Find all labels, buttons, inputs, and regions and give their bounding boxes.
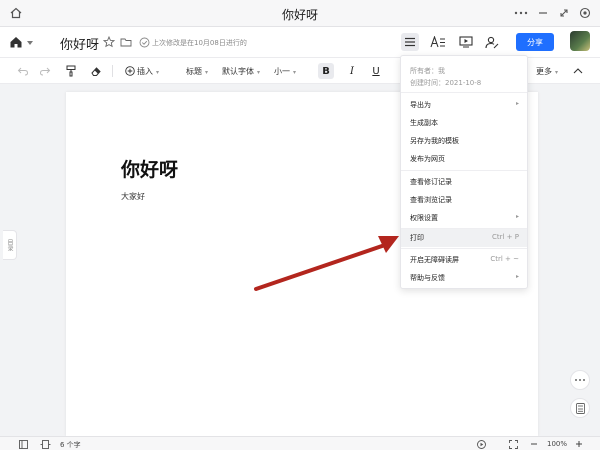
menu-item-label: 发布为网页 bbox=[410, 155, 445, 163]
menu-divider bbox=[401, 92, 527, 93]
menu-item-print[interactable]: 打印 Ctrl + P bbox=[401, 229, 527, 247]
menu-item-label: 帮助与反馈 bbox=[410, 274, 445, 282]
owner-text: 所有者：我 bbox=[410, 67, 445, 75]
more-options-icon[interactable] bbox=[512, 4, 530, 22]
zoom-out-icon[interactable] bbox=[529, 439, 539, 449]
share-button[interactable]: 分享 bbox=[516, 33, 554, 51]
menu-item-label: 导出为 bbox=[410, 101, 431, 109]
font-label: 默认字体 bbox=[222, 67, 254, 76]
outline-icon[interactable] bbox=[18, 439, 28, 449]
window-title: 你好呀 bbox=[281, 8, 318, 22]
menu-item-save-template[interactable]: 另存为我的模板 bbox=[401, 132, 527, 150]
undo-icon[interactable] bbox=[16, 64, 30, 78]
avatar[interactable] bbox=[570, 31, 590, 51]
font-size-label: 小一 bbox=[274, 67, 290, 76]
menu-item-export[interactable]: 导出为 ▸ bbox=[401, 96, 527, 114]
redo-icon[interactable] bbox=[38, 64, 52, 78]
menu-item-publish-web[interactable]: 发布为网页 bbox=[401, 150, 527, 168]
insert-label: 插入 bbox=[137, 67, 153, 76]
document-heading[interactable]: 你好呀 bbox=[121, 155, 178, 182]
created-time-text: 创建时间：2021-10-8 bbox=[410, 79, 482, 87]
chevron-down-icon[interactable] bbox=[26, 39, 34, 47]
calculator-icon bbox=[575, 402, 585, 414]
close-icon[interactable] bbox=[576, 4, 594, 22]
italic-button[interactable]: I bbox=[344, 63, 360, 79]
zoom-in-icon[interactable] bbox=[574, 439, 584, 449]
present-icon[interactable] bbox=[457, 33, 475, 51]
chevron-down-icon: ▾ bbox=[555, 69, 559, 76]
chevron-right-icon: ▸ bbox=[515, 213, 519, 220]
format-painter-icon[interactable] bbox=[64, 64, 78, 78]
menu-item-shortcut: Ctrl + P bbox=[492, 233, 519, 241]
menu-item-shortcut: Ctrl + ~ bbox=[490, 255, 519, 263]
outline-tab[interactable]: 目录 bbox=[3, 230, 17, 260]
font-dropdown[interactable]: 默认字体 ▾ bbox=[222, 66, 260, 77]
clear-format-icon[interactable] bbox=[89, 64, 103, 78]
more-label: 更多 bbox=[536, 67, 552, 76]
ellipsis-icon bbox=[575, 379, 585, 381]
menu-item-label: 查看浏览记录 bbox=[410, 196, 452, 204]
menu-item-label: 权限设置 bbox=[410, 214, 438, 222]
document-toolbar: 你好呀 上次修改是在10月08日进行的 分享 bbox=[0, 27, 600, 58]
menu-divider bbox=[401, 170, 527, 171]
menu-item-label: 查看修订记录 bbox=[410, 178, 452, 186]
document-body-text[interactable]: 大家好 bbox=[121, 191, 145, 202]
fullscreen-icon[interactable] bbox=[508, 439, 518, 449]
more-actions-button[interactable] bbox=[570, 370, 590, 390]
menu-item-label: 开启无障碍读屏 bbox=[410, 256, 459, 264]
bold-button[interactable]: B bbox=[318, 63, 334, 79]
menu-item-label: 打印 bbox=[410, 234, 424, 242]
menu-item-permissions[interactable]: 权限设置 ▸ bbox=[401, 209, 527, 227]
divider bbox=[112, 65, 113, 77]
menu-item-copy[interactable]: 生成副本 bbox=[401, 114, 527, 132]
star-icon[interactable] bbox=[103, 36, 115, 48]
text-format-icon[interactable] bbox=[429, 33, 447, 51]
chevron-down-icon: ▾ bbox=[156, 69, 160, 76]
menu-item-accessibility[interactable]: 开启无障碍读屏 Ctrl + ~ bbox=[401, 251, 527, 269]
saved-check-icon bbox=[138, 36, 150, 48]
chevron-right-icon: ▸ bbox=[515, 273, 519, 280]
more-dropdown[interactable]: 更多 ▾ bbox=[536, 66, 558, 77]
title-bar: 你好呀 bbox=[0, 0, 600, 27]
home-icon[interactable] bbox=[8, 34, 24, 50]
restore-icon[interactable] bbox=[555, 4, 573, 22]
page-width-icon[interactable] bbox=[39, 439, 51, 449]
zoom-level[interactable]: 100% bbox=[547, 440, 567, 448]
menu-item-revision-history[interactable]: 查看修订记录 bbox=[401, 173, 527, 191]
document-title[interactable]: 你好呀 bbox=[60, 34, 99, 53]
menu-item-view-history[interactable]: 查看浏览记录 bbox=[401, 191, 527, 209]
chevron-right-icon: ▸ bbox=[515, 100, 519, 107]
play-icon[interactable] bbox=[476, 439, 486, 449]
menu-item-label: 另存为我的模板 bbox=[410, 137, 459, 145]
chevron-down-icon: ▾ bbox=[205, 69, 209, 76]
calculator-button[interactable] bbox=[570, 398, 590, 418]
collaborator-icon[interactable] bbox=[483, 33, 501, 51]
word-count: 6 个字 bbox=[60, 441, 81, 449]
chevron-down-icon: ▾ bbox=[257, 69, 261, 76]
last-modified-text: 上次修改是在10月08日进行的 bbox=[152, 39, 247, 47]
font-size-dropdown[interactable]: 小一 ▾ bbox=[274, 66, 296, 77]
menu-item-label: 生成副本 bbox=[410, 119, 438, 127]
insert-dropdown[interactable]: 插入 ▾ bbox=[137, 66, 159, 77]
minimize-icon[interactable] bbox=[534, 4, 552, 22]
underline-button[interactable]: U bbox=[368, 63, 384, 79]
heading-dropdown[interactable]: 标题 ▾ bbox=[186, 66, 208, 77]
collapse-toolbar-icon[interactable] bbox=[572, 65, 584, 77]
folder-icon[interactable] bbox=[120, 36, 132, 48]
status-bar: 6 个字 100% bbox=[0, 436, 600, 450]
menu-icon[interactable] bbox=[401, 33, 419, 51]
heading-label: 标题 bbox=[186, 67, 202, 76]
menu-divider bbox=[401, 248, 527, 249]
chevron-down-icon: ▾ bbox=[293, 69, 297, 76]
document-menu: 所有者：我 创建时间：2021-10-8 导出为 ▸ 生成副本 另存为我的模板 … bbox=[400, 55, 528, 289]
menu-item-help[interactable]: 帮助与反馈 ▸ bbox=[401, 269, 527, 287]
add-circle-icon[interactable] bbox=[124, 65, 136, 77]
